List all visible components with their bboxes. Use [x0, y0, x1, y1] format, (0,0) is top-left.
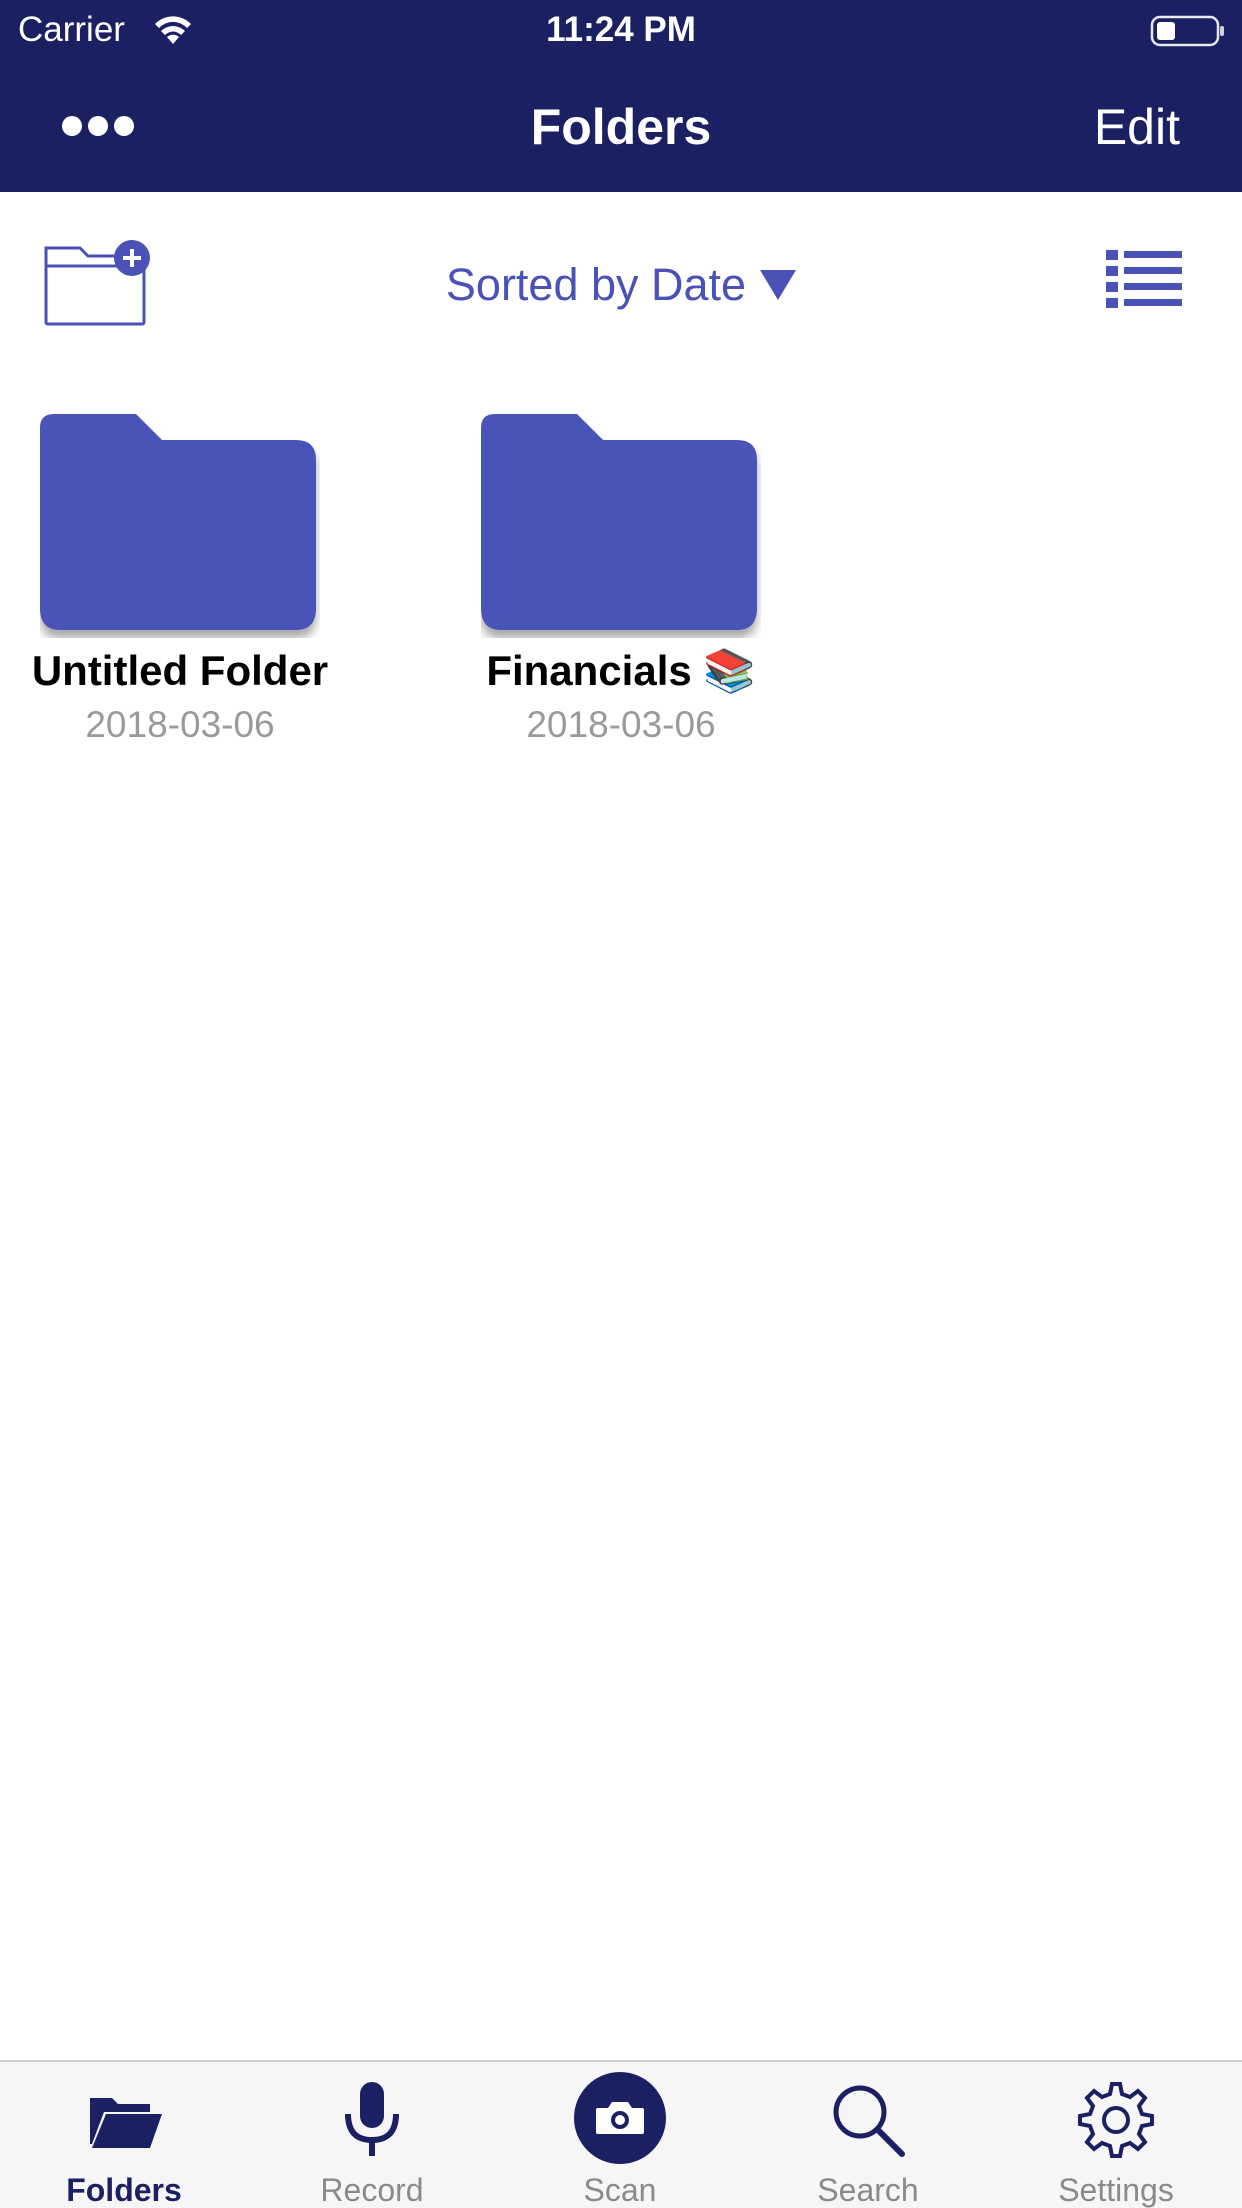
- tab-label: Record: [320, 2172, 424, 2208]
- page-title: Folders: [530, 99, 712, 155]
- header: Carrier 11:24 PM Folders Edit: [0, 0, 1242, 192]
- tab-label: Search: [817, 2172, 919, 2208]
- folder-icon: [481, 414, 757, 630]
- folder-name: Untitled Folder: [31, 647, 329, 694]
- folder-name: Financials 📚: [486, 647, 756, 694]
- status-time: 11:24 PM: [546, 10, 696, 49]
- folders-screen: Carrier 11:24 PM Folders Edit Sorted by …: [0, 0, 1242, 2208]
- camera-icon: [574, 2072, 666, 2164]
- folder-tile[interactable]: Untitled Folder 2018-03-06: [10, 412, 350, 746]
- folder-date: 2018-03-06: [526, 704, 716, 745]
- tab-search[interactable]: Search: [744, 2062, 992, 2208]
- tab-label: Scan: [583, 2172, 657, 2208]
- search-icon: [833, 2085, 905, 2157]
- tab-bar: Folders Record Scan Search Settings: [0, 2060, 1242, 2208]
- battery-icon: [1150, 15, 1224, 47]
- sort-button[interactable]: Sorted by Date: [0, 256, 1242, 311]
- folder-icon: [40, 414, 316, 630]
- list-view-icon[interactable]: [1104, 246, 1184, 316]
- tab-folders[interactable]: Folders: [0, 2062, 248, 2208]
- sort-label: Sorted by Date: [445, 259, 747, 311]
- edit-button[interactable]: Edit: [1094, 98, 1180, 156]
- tab-label: Settings: [1058, 2172, 1174, 2208]
- tab-record[interactable]: Record: [248, 2062, 496, 2208]
- gear-icon: [1078, 2082, 1154, 2158]
- folder-date: 2018-03-06: [85, 704, 275, 745]
- caret-down-icon: [760, 270, 797, 301]
- folder-tile[interactable]: Financials 📚 2018-03-06: [451, 412, 791, 746]
- folder-icon: [90, 2098, 162, 2148]
- tab-label: Folders: [66, 2172, 182, 2208]
- tab-settings[interactable]: Settings: [992, 2062, 1240, 2208]
- tab-scan[interactable]: Scan: [496, 2062, 744, 2208]
- microphone-icon: [345, 2082, 399, 2156]
